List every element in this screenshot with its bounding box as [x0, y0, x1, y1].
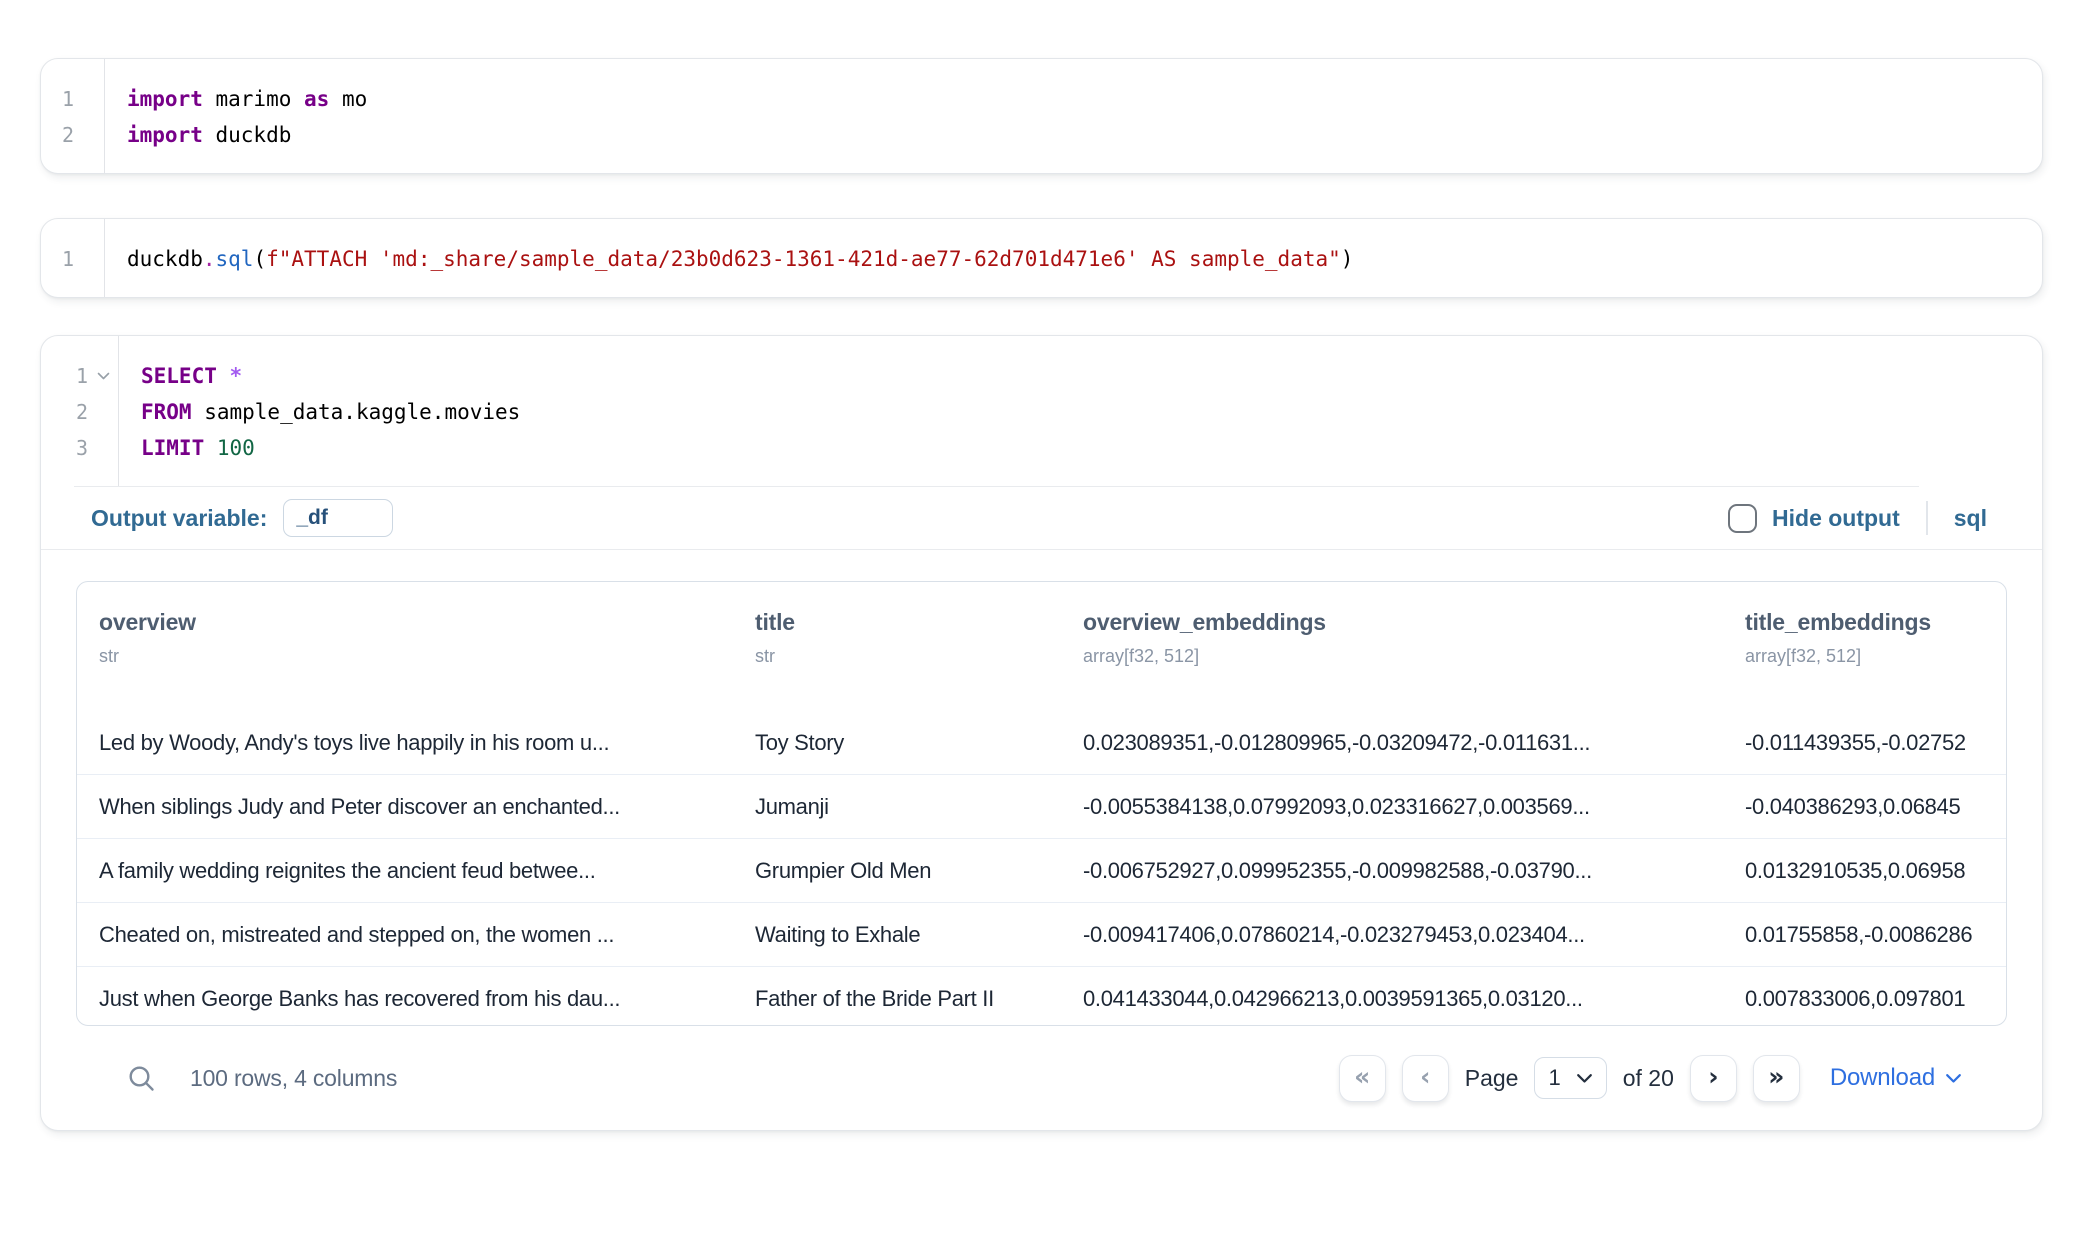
- line-number-gutter: 1: [41, 219, 105, 297]
- table-cell: Waiting to Exhale: [733, 922, 1061, 948]
- search-icon: [126, 1063, 157, 1094]
- table-cell: -0.040386293,0.06845: [1723, 794, 2006, 820]
- code-line[interactable]: FROM sample_data.kaggle.movies: [141, 394, 520, 430]
- line-number-text: 1: [62, 247, 74, 271]
- line-number-text: 3: [76, 436, 88, 460]
- code-cell-attach: 1 duckdb.sql(f"ATTACH 'md:_share/sample_d…: [40, 218, 2043, 298]
- chevron-down-icon: [1945, 1073, 1962, 1084]
- column-dtype: str: [755, 646, 1061, 667]
- page-select[interactable]: 1: [1534, 1057, 1606, 1099]
- result-table: overview str title str overview_embeddingsar…: [76, 581, 2007, 1026]
- column-header-overview[interactable]: overview str: [77, 609, 733, 711]
- table-cell: 0.041433044,0.042966213,0.0039591365,0.0…: [1061, 986, 1723, 1012]
- code-editor[interactable]: 12import marimo as moimport duckdb: [41, 59, 2042, 173]
- table-cell: -0.0055384138,0.07992093,0.023316627,0.0…: [1061, 794, 1723, 820]
- line-number: 1: [41, 241, 104, 277]
- column-name: overview: [99, 609, 733, 636]
- table-cell: 0.01755858,-0.0086286: [1723, 922, 2006, 948]
- code-lines: SELECT *FROM sample_data.kaggle.moviesLI…: [119, 336, 520, 486]
- column-dtype: array[f32, 512]: [1745, 646, 2006, 667]
- line-number-text: 1: [62, 87, 74, 111]
- column-header-title[interactable]: title str: [733, 609, 1061, 711]
- notebook: 12import marimo as moimport duckdb 1duck…: [0, 58, 2086, 1131]
- code-line[interactable]: duckdb.sql(f"ATTACH 'md:_share/sample_da…: [127, 241, 1353, 277]
- search-button[interactable]: [126, 1063, 157, 1094]
- column-name: overview_embeddings: [1083, 609, 1723, 636]
- output-variable-input[interactable]: [283, 499, 393, 537]
- line-number: 2: [41, 394, 118, 430]
- vertical-divider: [1926, 501, 1928, 535]
- line-number-text: 1: [76, 364, 88, 388]
- table-cell: -0.006752927,0.099952355,-0.009982588,-0…: [1061, 858, 1723, 884]
- line-number: 3: [41, 430, 118, 466]
- toolbar-right: Hide output sql: [1728, 501, 1987, 535]
- column-header-overview_embeddings[interactable]: overview_embeddings array[f32, 512]: [1061, 609, 1723, 711]
- table-body: Led by Woody, Andy's toys live happily i…: [77, 711, 2006, 1026]
- hide-output-checkbox[interactable]: [1728, 504, 1757, 533]
- table-header-row: overview str title str overview_embeddingsar…: [77, 582, 2006, 711]
- table-cell: Toy Story: [733, 730, 1061, 756]
- line-number-gutter: 1 2 3: [41, 336, 119, 486]
- column-dtype: array[f32, 512]: [1083, 646, 1723, 667]
- table-row[interactable]: When siblings Judy and Peter discover an…: [77, 774, 2006, 838]
- code-lines: duckdb.sql(f"ATTACH 'md:_share/sample_da…: [105, 219, 1353, 297]
- pagination: « ‹ Page 1 of 20 › » Download: [1339, 1055, 1962, 1102]
- sql-query-cell: 1 2 3 SELECT *FROM sample_data.kaggle.movie…: [40, 335, 2043, 1131]
- prev-page-button[interactable]: ‹: [1402, 1055, 1449, 1102]
- sql-cell-toolbar: Output variable: Hide output sql: [41, 487, 2042, 549]
- page-label: Page: [1465, 1065, 1519, 1092]
- table-cell: -0.009417406,0.07860214,-0.023279453,0.0…: [1061, 922, 1723, 948]
- line-number: 2: [41, 117, 104, 153]
- column-dtype: str: [99, 646, 733, 667]
- code-line[interactable]: LIMIT 100: [141, 430, 520, 466]
- page-select-value: 1: [1548, 1065, 1560, 1091]
- table-footer: 100 rows, 4 columns « ‹ Page 1 of 20 › »: [76, 1026, 2007, 1130]
- table-cell: -0.011439355,-0.02752: [1723, 730, 2006, 756]
- code-lines: import marimo as moimport duckdb: [105, 59, 367, 173]
- chevron-down-icon: [1576, 1073, 1593, 1084]
- code-editor[interactable]: 1 2 3 SELECT *FROM sample_data.kaggle.movie…: [41, 336, 2042, 486]
- first-page-button[interactable]: «: [1339, 1055, 1386, 1102]
- output-area: overview str title str overview_embeddingsar…: [41, 550, 2042, 1130]
- column-header-title_embeddings[interactable]: title_embeddings array[f32, 512]: [1723, 609, 2006, 711]
- line-number: 1: [41, 81, 104, 117]
- language-button[interactable]: sql: [1954, 505, 1987, 532]
- column-name: title_embeddings: [1745, 609, 2006, 636]
- page-total: of 20: [1623, 1065, 1674, 1092]
- output-variable-label: Output variable:: [91, 505, 267, 532]
- table-cell: 0.023089351,-0.012809965,-0.03209472,-0.…: [1061, 730, 1723, 756]
- table-cell: Jumanji: [733, 794, 1061, 820]
- code-line[interactable]: import duckdb: [127, 117, 367, 153]
- download-button[interactable]: Download: [1830, 1064, 1962, 1092]
- table-cell: Cheated on, mistreated and stepped on, t…: [77, 922, 733, 948]
- table-cell: Led by Woody, Andy's toys live happily i…: [77, 730, 733, 756]
- code-line[interactable]: import marimo as mo: [127, 81, 367, 117]
- table-cell: Father of the Bride Part II: [733, 986, 1061, 1012]
- table-cell: A family wedding reignites the ancient f…: [77, 858, 733, 884]
- table-row[interactable]: Just when George Banks has recovered fro…: [77, 966, 2006, 1026]
- table-cell: Grumpier Old Men: [733, 858, 1061, 884]
- table-row[interactable]: Led by Woody, Andy's toys live happily i…: [77, 711, 2006, 774]
- code-line[interactable]: SELECT *: [141, 358, 520, 394]
- line-number-gutter: 12: [41, 59, 105, 173]
- hide-output-label: Hide output: [1772, 505, 1900, 532]
- line-number-text: 2: [76, 400, 88, 424]
- table-cell: Just when George Banks has recovered fro…: [77, 986, 733, 1012]
- line-number: 1: [41, 358, 118, 394]
- table-summary: 100 rows, 4 columns: [190, 1065, 397, 1092]
- code-cell-imports: 12import marimo as moimport duckdb: [40, 58, 2043, 174]
- last-page-button[interactable]: »: [1753, 1055, 1800, 1102]
- code-editor[interactable]: 1 duckdb.sql(f"ATTACH 'md:_share/sample_d…: [41, 219, 2042, 297]
- table-cell: When siblings Judy and Peter discover an…: [77, 794, 733, 820]
- table-row[interactable]: A family wedding reignites the ancient f…: [77, 838, 2006, 902]
- table-cell: 0.0132910535,0.06958: [1723, 858, 2006, 884]
- next-page-button[interactable]: ›: [1690, 1055, 1737, 1102]
- line-number-text: 2: [62, 123, 74, 147]
- download-label: Download: [1830, 1064, 1935, 1092]
- table-row[interactable]: Cheated on, mistreated and stepped on, t…: [77, 902, 2006, 966]
- fold-chevron-icon[interactable]: [88, 372, 118, 381]
- table-cell: 0.007833006,0.097801: [1723, 986, 2006, 1012]
- column-name: title: [755, 609, 1061, 636]
